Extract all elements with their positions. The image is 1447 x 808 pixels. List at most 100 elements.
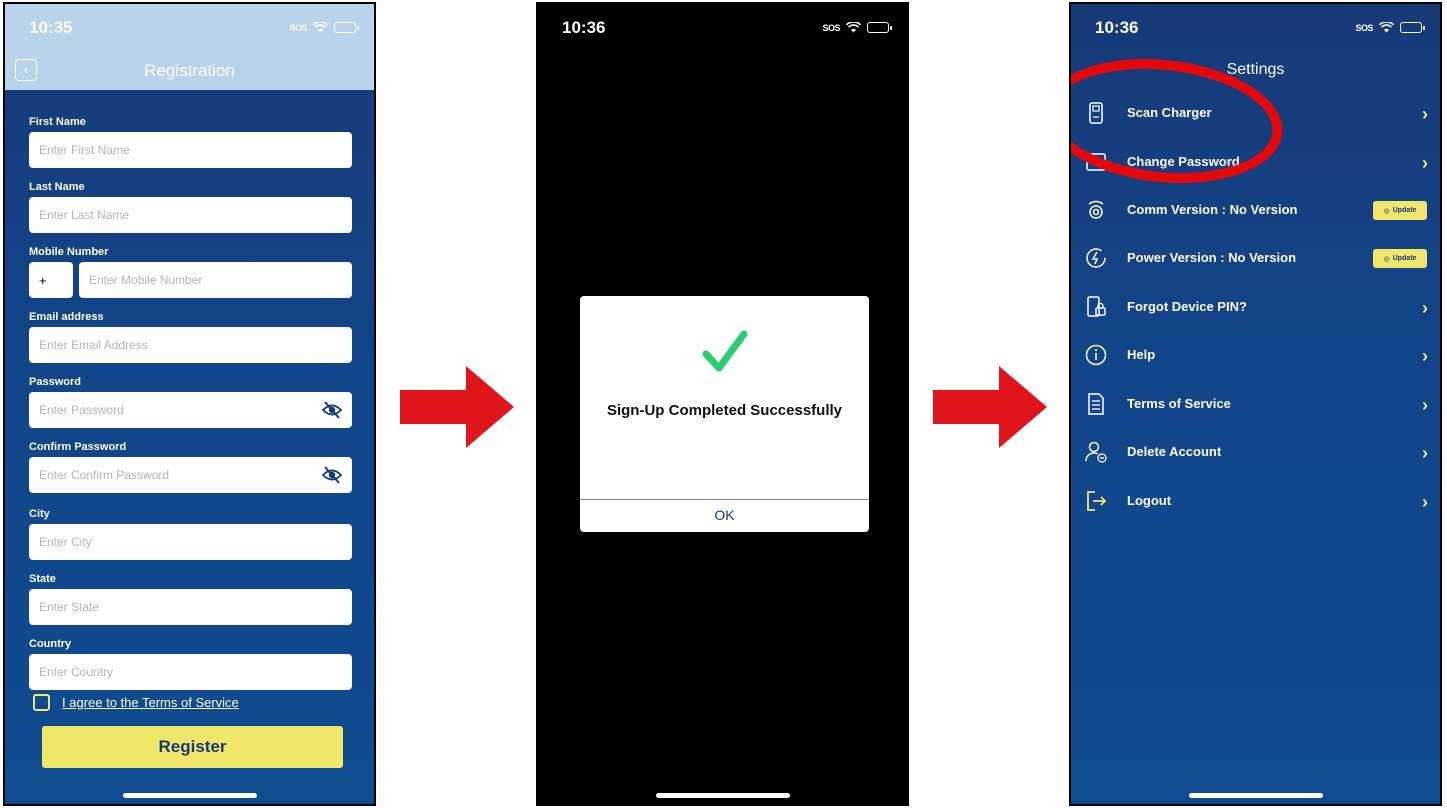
info-icon (1085, 344, 1107, 366)
country-code-field[interactable]: + (29, 262, 73, 298)
wifi-icon (846, 22, 861, 33)
settings-item-label: Delete Account (1127, 444, 1222, 459)
last-name-label: Last Name (29, 181, 85, 193)
wifi-icon (313, 22, 328, 33)
confirm-password-placeholder: Enter Confirm Password (39, 468, 170, 482)
status-bar: 10:36 SOS (1071, 4, 1440, 54)
settings-item-label: Comm Version : No Version (1127, 202, 1298, 217)
terms-row: I agree to the Terms of Service (33, 694, 239, 711)
status-bar: 10:36 SOS (538, 4, 907, 54)
settings-item-label: Forgot Device PIN? (1127, 299, 1247, 314)
password-label: Password (29, 376, 81, 388)
document-icon (1088, 393, 1104, 415)
status-icons: SOS (289, 22, 359, 33)
settings-item-help[interactable]: Help › (1071, 334, 1440, 378)
state-label: State (29, 573, 56, 585)
battery-icon (334, 22, 359, 33)
update-label: Update (1392, 207, 1417, 214)
mobile-field[interactable]: Enter Mobile Number (79, 262, 352, 298)
status-icons: SOS (822, 22, 892, 33)
password-field[interactable]: Enter Password (29, 392, 352, 428)
update-button[interactable]: ◎ Update (1373, 201, 1427, 220)
success-screen: 10:36 SOS Sign-Up Completed Successfully… (536, 2, 909, 806)
wifi-icon (1379, 22, 1394, 33)
home-indicator (122, 793, 257, 798)
password-placeholder: Enter Password (39, 403, 124, 417)
sos-indicator: SOS (289, 22, 307, 33)
registration-form: First Name Enter First Name Last Name En… (29, 90, 352, 690)
confirm-password-label: Confirm Password (29, 441, 127, 453)
settings-screen: 10:36 SOS Settings Scan Charger › Change… (1069, 2, 1442, 806)
clock: 10:35 (29, 18, 73, 37)
arrow-right-icon (400, 366, 514, 448)
settings-item-comm-version: Comm Version : No Version ◎ Update (1071, 189, 1440, 233)
dialog-divider (580, 499, 869, 500)
chevron-right-icon: › (1422, 153, 1428, 173)
city-field[interactable]: Enter City (29, 524, 352, 560)
comm-icon (1088, 200, 1104, 219)
settings-item-logout[interactable]: Logout › (1071, 480, 1440, 524)
delete-user-icon (1085, 441, 1107, 463)
settings-item-label: Scan Charger (1127, 105, 1212, 120)
settings-item-label: Help (1127, 347, 1156, 362)
email-field[interactable]: Enter Email Address (29, 327, 352, 363)
terms-checkbox[interactable] (33, 694, 50, 711)
mobile-row: + Enter Mobile Number (29, 260, 352, 298)
first-name-field[interactable]: Enter First Name (29, 132, 352, 168)
ok-button[interactable]: OK (580, 507, 869, 523)
settings-item-label: Terms of Service (1127, 396, 1231, 411)
email-label: Email address (29, 311, 104, 323)
chevron-right-icon: › (1422, 346, 1428, 366)
chevron-right-icon: › (1422, 104, 1428, 124)
settings-item-change-password[interactable]: Change Password › (1071, 141, 1440, 185)
page-title: Registration (144, 61, 235, 80)
home-indicator (655, 793, 790, 798)
eye-slash-icon[interactable] (322, 401, 342, 419)
power-icon (1086, 248, 1106, 268)
country-label: Country (29, 638, 72, 650)
logout-icon (1087, 491, 1107, 511)
chevron-right-icon: › (1422, 298, 1428, 318)
terms-link[interactable]: I agree to the Terms of Service (62, 695, 239, 710)
settings-item-terms-of-service[interactable]: Terms of Service › (1071, 383, 1440, 427)
settings-item-label: Logout (1127, 493, 1172, 508)
page-title: Settings (1226, 61, 1285, 78)
settings-item-label: Change Password (1127, 154, 1240, 169)
checkmark-icon (702, 330, 748, 372)
country-field[interactable]: Enter Country (29, 654, 352, 690)
state-field[interactable]: Enter State (29, 589, 352, 625)
status-icons: SOS (1355, 22, 1425, 33)
chevron-right-icon: › (1422, 492, 1428, 512)
update-button[interactable]: ◎ Update (1373, 249, 1427, 268)
device-pin-icon (1087, 296, 1106, 317)
registration-screen: 10:35 SOS ‹ Registration First Name Ente… (3, 2, 376, 806)
sos-indicator: SOS (1355, 22, 1373, 33)
success-dialog: Sign-Up Completed Successfully OK (580, 296, 869, 532)
status-bar: 10:35 SOS (5, 4, 374, 54)
settings-item-power-version: Power Version : No Version ◎ Update (1071, 237, 1440, 281)
chevron-right-icon: › (1422, 395, 1428, 415)
arrow-right-icon (933, 366, 1047, 448)
refresh-icon: ◎ (1383, 207, 1390, 215)
battery-icon (1400, 22, 1425, 33)
last-name-field[interactable]: Enter Last Name (29, 197, 352, 233)
refresh-icon: ◎ (1383, 255, 1390, 263)
settings-item-forgot-device-pin[interactable]: Forgot Device PIN? › (1071, 286, 1440, 330)
register-button[interactable]: Register (42, 726, 343, 768)
charger-icon (1089, 102, 1103, 124)
first-name-label: First Name (29, 116, 86, 128)
sos-indicator: SOS (822, 22, 840, 33)
settings-item-delete-account[interactable]: Delete Account › (1071, 431, 1440, 475)
confirm-password-field[interactable]: Enter Confirm Password (29, 457, 352, 493)
chevron-right-icon: › (1422, 443, 1428, 463)
clock: 10:36 (1095, 18, 1139, 37)
home-indicator (1188, 793, 1323, 798)
mobile-label: Mobile Number (29, 246, 109, 258)
clock: 10:36 (562, 18, 606, 37)
eye-slash-icon[interactable] (322, 466, 342, 484)
settings-item-scan-charger[interactable]: Scan Charger › (1071, 92, 1440, 136)
settings-item-label: Power Version : No Version (1127, 250, 1297, 265)
battery-icon (867, 22, 892, 33)
city-label: City (29, 508, 50, 520)
update-label: Update (1392, 255, 1417, 262)
